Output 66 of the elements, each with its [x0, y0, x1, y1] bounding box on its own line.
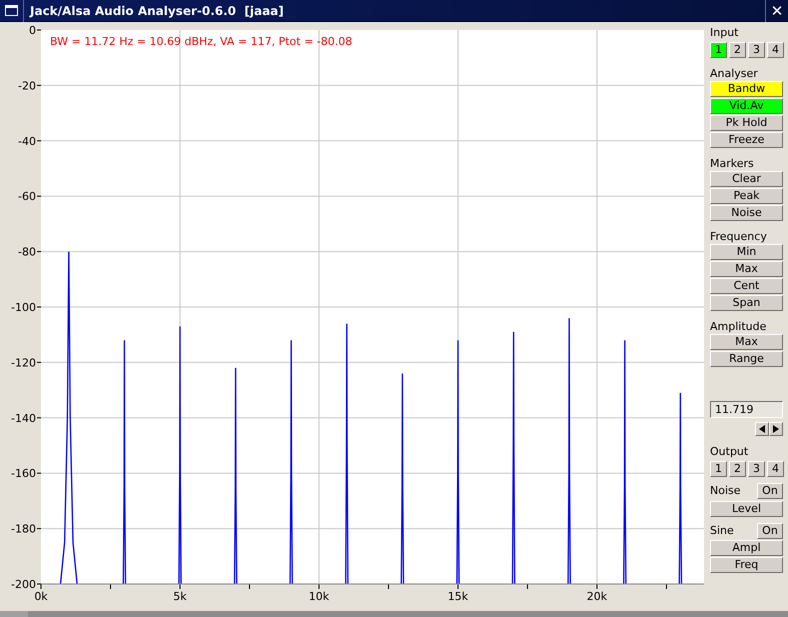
- on-button[interactable]: On: [757, 483, 783, 500]
- toggle-label: Noise: [710, 483, 741, 499]
- y-tick-label: -80: [18, 246, 36, 259]
- x-tick-label: 15k: [448, 590, 469, 603]
- scrollbar[interactable]: [0, 611, 788, 617]
- window-title: Jack/Alsa Audio Analyser-0.6.0 [jaaa]: [30, 2, 284, 20]
- y-tick-label: -40: [18, 134, 36, 148]
- y-tick-label: -20: [18, 79, 36, 92]
- channel-button[interactable]: 4: [767, 461, 784, 477]
- panel-button[interactable]: Ampl: [710, 540, 783, 556]
- measurement-readout: BW = 11.72 Hz = 10.69 dBHz, VA = 117, Ptot = -80.08: [50, 34, 352, 50]
- section-label: Input: [710, 26, 740, 39]
- channel-button[interactable]: 4: [767, 42, 784, 58]
- section-label: Analyser: [710, 67, 759, 80]
- panel-button[interactable]: Vid.Av: [710, 98, 783, 114]
- panel-button[interactable]: Span: [710, 295, 783, 311]
- x-tick-label: 5k: [173, 590, 188, 603]
- panel-button[interactable]: Peak: [710, 188, 783, 204]
- section-label: Amplitude: [710, 320, 768, 333]
- section-label: Output: [710, 445, 750, 458]
- panel-button[interactable]: Freq: [710, 557, 783, 573]
- panel-button[interactable]: Freeze: [710, 132, 783, 148]
- left-triangle-icon: [759, 425, 765, 433]
- y-tick-label: -100: [11, 301, 36, 314]
- panel-button[interactable]: Level: [710, 500, 783, 516]
- panel-button[interactable]: Cent: [710, 278, 783, 294]
- section-label: Frequency: [710, 230, 768, 243]
- x-tick-label: 0k: [34, 590, 48, 603]
- close-button[interactable]: ✕: [766, 0, 788, 20]
- minor-tick: [110, 584, 111, 590]
- toggle-label: Sine: [710, 522, 734, 538]
- panel-button[interactable]: Max: [710, 334, 783, 350]
- y-tick-label: -200: [11, 578, 36, 591]
- on-button[interactable]: On: [757, 522, 783, 539]
- y-tick-label: 0: [29, 24, 36, 37]
- y-tick-label: -140: [11, 412, 36, 425]
- minor-tick: [249, 584, 250, 590]
- panel-button[interactable]: Pk Hold: [710, 115, 783, 131]
- y-tick: 0: [29, 24, 42, 37]
- panel-button[interactable]: Min: [710, 244, 783, 260]
- x-tick-label: 20k: [586, 590, 608, 603]
- channel-button[interactable]: 2: [729, 42, 746, 58]
- y-tick-label: -120: [11, 356, 36, 370]
- minor-tick: [388, 584, 389, 590]
- channel-button[interactable]: 1: [710, 42, 727, 58]
- left-arrow-button[interactable]: [755, 422, 769, 436]
- right-arrow-button[interactable]: [769, 422, 783, 436]
- channel-button[interactable]: 3: [748, 461, 765, 477]
- panel-button[interactable]: Bandw: [710, 81, 783, 97]
- channel-button[interactable]: 1: [710, 461, 727, 477]
- panel-button[interactable]: Range: [710, 351, 783, 367]
- channel-button[interactable]: 3: [748, 42, 765, 58]
- right-triangle-icon: [773, 425, 779, 433]
- panel-button[interactable]: Max: [710, 261, 783, 277]
- section-label: Markers: [710, 157, 755, 170]
- panel-button[interactable]: Noise: [710, 205, 783, 221]
- value-field[interactable]: 11.719: [710, 401, 783, 418]
- window-menu-icon[interactable]: [5, 5, 18, 16]
- minor-tick: [666, 584, 667, 590]
- y-tick-label: -180: [11, 522, 36, 536]
- y-tick-label: -60: [18, 190, 36, 204]
- channel-button[interactable]: 2: [729, 461, 746, 477]
- minor-tick: [526, 584, 528, 590]
- x-tick-label: 10k: [308, 590, 330, 603]
- panel-button[interactable]: Clear: [710, 171, 783, 187]
- y-tick-label: -160: [11, 467, 36, 480]
